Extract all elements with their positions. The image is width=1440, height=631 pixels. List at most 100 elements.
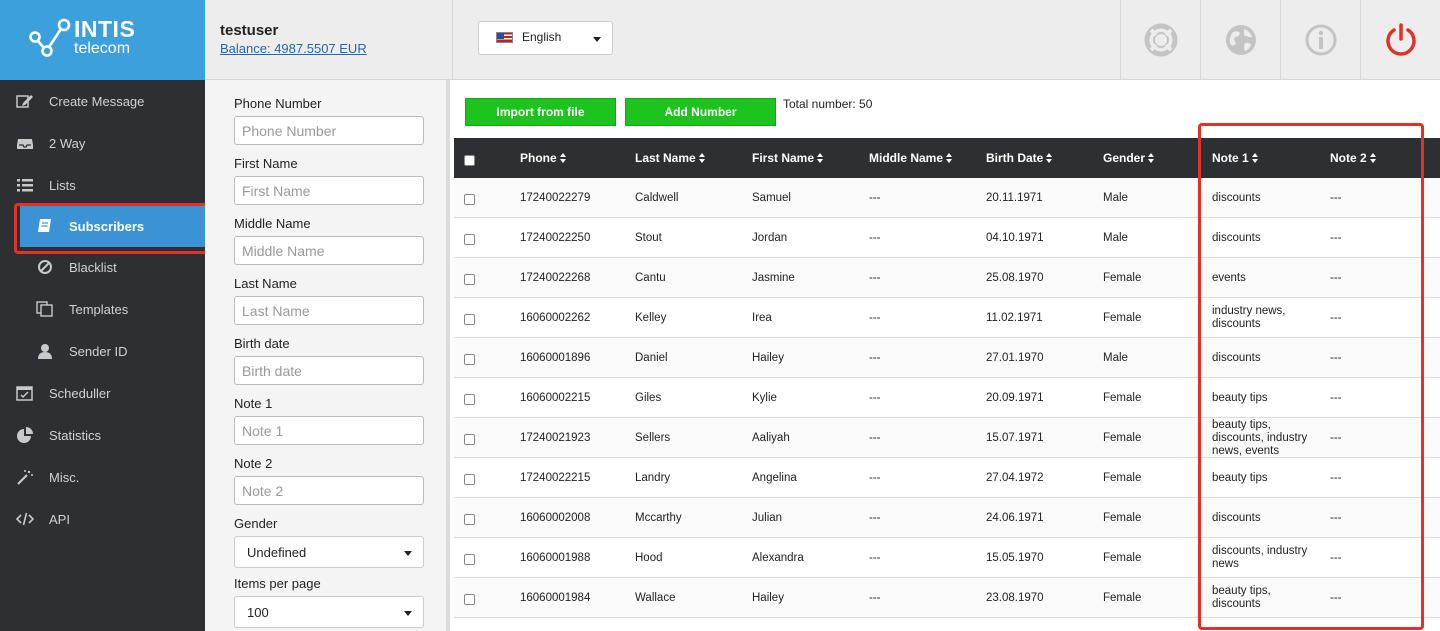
globe-button[interactable] (1200, 0, 1280, 80)
table-row[interactable]: 16060001984 Wallace Hailey --- 23.08.1970 Fem… (454, 578, 1440, 618)
cell-phone: 17240022268 (520, 271, 591, 284)
row-checkbox[interactable] (464, 314, 475, 325)
sort-icon (1369, 153, 1376, 163)
row-checkbox[interactable] (464, 274, 475, 285)
sidebar-item-misc[interactable]: Misc. (0, 456, 205, 498)
column-title: Gender (1103, 151, 1146, 165)
add-number-button[interactable]: Add Number (625, 98, 776, 126)
language-select[interactable]: English (478, 21, 613, 55)
sidebar-item-lists[interactable]: Lists (0, 164, 205, 206)
row-checkbox[interactable] (464, 394, 475, 405)
table-row[interactable]: 17240022250 Stout Jordan --- 04.10.1971 Male d… (454, 218, 1440, 258)
sidebar-item-2-way[interactable]: 2 Way (0, 122, 205, 164)
cell-first-name: Jordan (752, 231, 788, 244)
cell-birth-date: 20.09.1971 (986, 391, 1044, 404)
cell-note-2: --- (1330, 311, 1342, 324)
header-divider (452, 0, 453, 80)
column-title: Birth Date (986, 151, 1044, 165)
row-checkbox[interactable] (464, 234, 475, 245)
sidebar-item-label: 2 Way (49, 136, 86, 151)
table-row[interactable]: 16060002262 Kelley Irea --- 11.02.1971 Female… (454, 298, 1440, 338)
column-header-note-2[interactable]: Note 2 (1330, 151, 1376, 165)
cell-birth-date: 20.11.1971 (986, 191, 1043, 204)
cell-last-name: Landry (635, 471, 671, 484)
cell-last-name: Caldwell (635, 191, 679, 204)
row-checkbox[interactable] (464, 434, 475, 445)
table-row[interactable]: 17240022268 Cantu Jasmine --- 25.08.1970 Fema… (454, 258, 1440, 298)
cell-note-2: --- (1330, 351, 1342, 364)
cell-gender: Female (1103, 511, 1142, 524)
sidebar-item-sender-id[interactable]: Sender ID (0, 330, 205, 372)
cell-phone: 17240022215 (520, 471, 591, 484)
username: testuser (220, 22, 279, 39)
sidebar-item-api[interactable]: API (0, 498, 205, 540)
cell-birth-date: 15.07.1971 (986, 431, 1044, 444)
table-row[interactable]: 17240022279 Caldwell Samuel --- 20.11.1971 Ma… (454, 178, 1440, 218)
cell-first-name: Alexandra (752, 551, 804, 564)
table-row[interactable]: 17240022215 Landry Angelina --- 27.04.1972 Fe… (454, 458, 1440, 498)
cell-phone: 16060002008 (520, 511, 591, 524)
row-checkbox[interactable] (464, 554, 475, 565)
balance-link[interactable]: Balance: 4987.5507 EUR (220, 40, 367, 58)
middle-name-input[interactable] (234, 236, 424, 265)
table-row[interactable]: 17240021923 Sellers Aaliyah --- 15.07.1971 Fe… (454, 418, 1440, 458)
row-checkbox[interactable] (464, 194, 475, 205)
info-button[interactable] (1280, 0, 1360, 80)
row-checkbox[interactable] (464, 354, 475, 365)
birth-date-input[interactable] (234, 356, 424, 385)
column-header-last-name[interactable]: Last Name (635, 151, 705, 165)
items-per-page-select[interactable]: 100 (234, 596, 424, 628)
cell-note-1: beauty tips, discounts (1212, 585, 1271, 610)
edit-icon (16, 95, 33, 108)
gender-select[interactable]: Undefined (234, 536, 424, 568)
note-1-input[interactable] (234, 416, 424, 445)
phone-number-input[interactable] (234, 116, 424, 145)
row-checkbox[interactable] (464, 514, 475, 525)
cell-note-1: discounts (1212, 191, 1261, 204)
main-content: Import from file Add Number Total number… (454, 80, 1440, 631)
chevron-down-icon (404, 611, 412, 616)
sort-icon (817, 153, 824, 163)
brand-subname: telecom (74, 40, 131, 57)
cell-gender: Female (1103, 271, 1142, 284)
sidebar-item-scheduller[interactable]: Scheduller (0, 372, 205, 414)
table-row[interactable]: 16060002008 Mccarthy Julian --- 24.06.1971 Fe… (454, 498, 1440, 538)
cell-middle-name: --- (869, 431, 881, 444)
column-header-phone[interactable]: Phone (520, 151, 566, 165)
sidebar-item-statistics[interactable]: Statistics (0, 414, 205, 456)
sidebar-item-label: Statistics (49, 428, 102, 443)
cell-phone: 16060002262 (520, 311, 591, 324)
import-from-file-button[interactable]: Import from file (465, 98, 616, 126)
logout-button[interactable] (1360, 0, 1440, 80)
row-checkbox[interactable] (464, 474, 475, 485)
note-2-input[interactable] (234, 476, 424, 505)
sidebar-item-label: Templates (69, 302, 129, 317)
select-all-checkbox[interactable] (464, 155, 475, 166)
sidebar-item-templates[interactable]: Templates (0, 288, 205, 330)
first-name-input[interactable] (234, 176, 424, 205)
column-header-gender[interactable]: Gender (1103, 151, 1155, 165)
cell-middle-name: --- (869, 311, 881, 324)
column-header-first-name[interactable]: First Name (752, 151, 824, 165)
table-row[interactable]: 16060002215 Giles Kylie --- 20.09.1971 Female… (454, 378, 1440, 418)
cell-note-1: discounts (1212, 231, 1261, 244)
column-header-birth-date[interactable]: Birth Date (986, 151, 1053, 165)
cell-middle-name: --- (869, 551, 881, 564)
column-header-middle-name[interactable]: Middle Name (869, 151, 953, 165)
cell-first-name: Hailey (752, 351, 784, 364)
row-checkbox[interactable] (464, 594, 475, 605)
column-header-note-1[interactable]: Note 1 (1212, 151, 1258, 165)
cell-birth-date: 11.02.1971 (986, 311, 1043, 324)
table-row[interactable]: 16060001896 Daniel Hailey --- 27.01.1970 Male… (454, 338, 1440, 378)
filter-panel: Phone Number First Name Middle Name Last… (205, 80, 450, 631)
sidebar-item-create-message[interactable]: Create Message (0, 80, 205, 122)
top-header: testuser Balance: 4987.5507 EUR English (205, 0, 1440, 80)
cell-note-2: --- (1330, 271, 1342, 284)
sidebar-item-label: Misc. (49, 470, 80, 485)
logo[interactable]: INTIS telecom (0, 0, 205, 80)
last-name-input[interactable] (234, 296, 424, 325)
cell-birth-date: 25.08.1970 (986, 271, 1044, 284)
sidebar: Create Message 2 Way Lists Subscribers B… (0, 80, 205, 631)
support-button[interactable] (1120, 0, 1200, 80)
table-row[interactable]: 16060001988 Hood Alexandra --- 15.05.1970 Fem… (454, 538, 1440, 578)
